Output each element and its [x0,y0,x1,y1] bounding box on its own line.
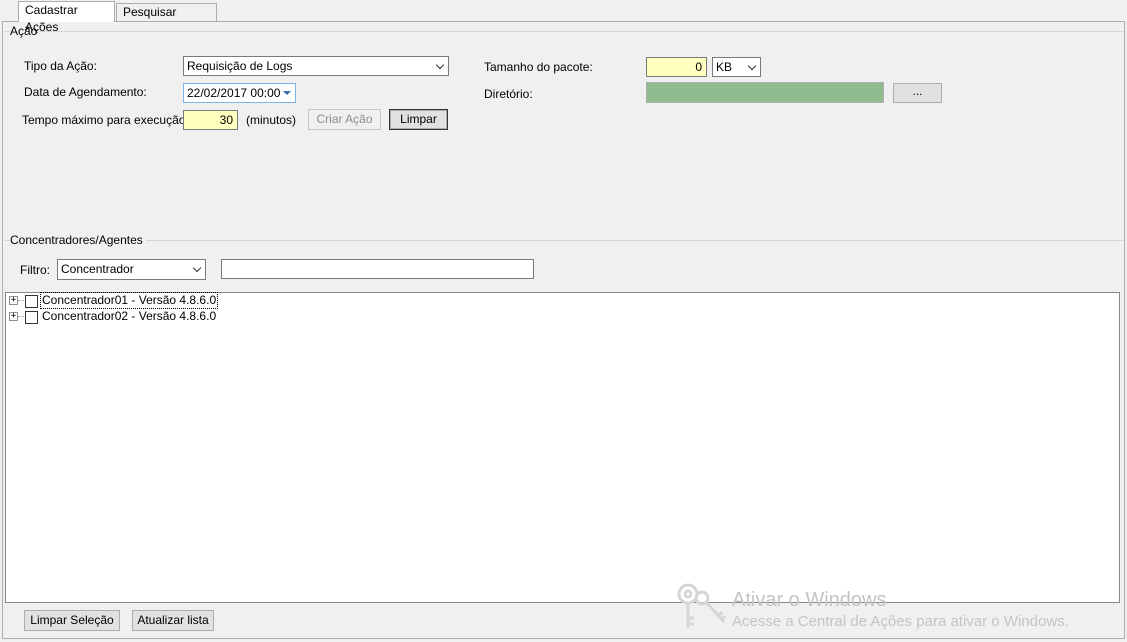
tipo-acao-label: Tipo da Ação: [24,59,97,73]
tipo-acao-value: Requisição de Logs [187,59,293,73]
group-title-concentradores: Concentradores/Agentes [10,233,146,247]
tree-node[interactable]: + Concentrador01 - Versão 4.8.6.0 [6,292,226,309]
tab-cadastrar-acoes[interactable]: Cadastrar Ações [18,1,115,34]
limpar-button[interactable]: Limpar [389,109,448,130]
chevron-down-icon [435,60,445,70]
diretorio-label: Diretório: [484,87,533,101]
chevron-down-icon [192,263,202,273]
tamanho-pacote-input[interactable]: 0 [646,57,707,77]
limpar-selecao-button[interactable]: Limpar Seleção [24,610,120,631]
tree-node[interactable]: + Concentrador02 - Versão 4.8.6.0 [6,309,226,325]
chevron-down-icon [747,61,757,71]
filtro-select[interactable]: Concentrador [57,259,206,280]
group-separator [5,31,1123,32]
data-agendamento-value: 22/02/2017 00:00 [187,86,281,100]
concentradores-tree[interactable]: + Concentrador01 - Versão 4.8.6.0 + Conc… [5,292,1120,603]
node-label[interactable]: Concentrador02 - Versão 4.8.6.0 [41,309,217,324]
tempo-maximo-input[interactable]: 30 [183,110,238,130]
tamanho-unit-value: KB [716,60,733,74]
tab-pesquisar-acoes[interactable]: Pesquisar Ações [116,3,217,36]
atualizar-lista-button[interactable]: Atualizar lista [132,610,214,631]
watermark-subtitle: Acesse a Central de Ações para ativar o … [732,613,1069,630]
data-agendamento-label: Data de Agendamento: [24,85,147,99]
group-separator [5,240,1123,241]
diretorio-input[interactable] [646,82,884,103]
criar-acao-button[interactable]: Criar Ação [308,109,381,130]
tamanho-unit-select[interactable]: KB [712,57,761,77]
filtro-value: Concentrador [61,262,134,276]
expand-icon[interactable]: + [9,312,18,321]
browse-button[interactable]: ... [893,83,942,103]
key-icon [677,583,727,628]
tamanho-pacote-label: Tamanho do pacote: [484,60,593,74]
filtro-search-input[interactable] [221,259,534,279]
node-checkbox[interactable] [25,311,38,324]
tipo-acao-select[interactable]: Requisição de Logs [183,56,449,76]
tree-connector [18,300,24,301]
filtro-label: Filtro: [20,263,50,277]
tempo-maximo-label: Tempo máximo para execução: [22,113,189,127]
tempo-unit-label: (minutos) [246,113,297,127]
data-agendamento-picker[interactable]: 22/02/2017 00:00 [183,83,296,103]
node-checkbox[interactable] [25,295,38,308]
tree-connector [18,316,24,317]
watermark-title: Ativar o Windows [732,589,887,611]
node-label[interactable]: Concentrador01 - Versão 4.8.6.0 [39,292,219,309]
expand-icon[interactable]: + [9,296,18,305]
dropdown-arrow-icon [283,91,291,95]
